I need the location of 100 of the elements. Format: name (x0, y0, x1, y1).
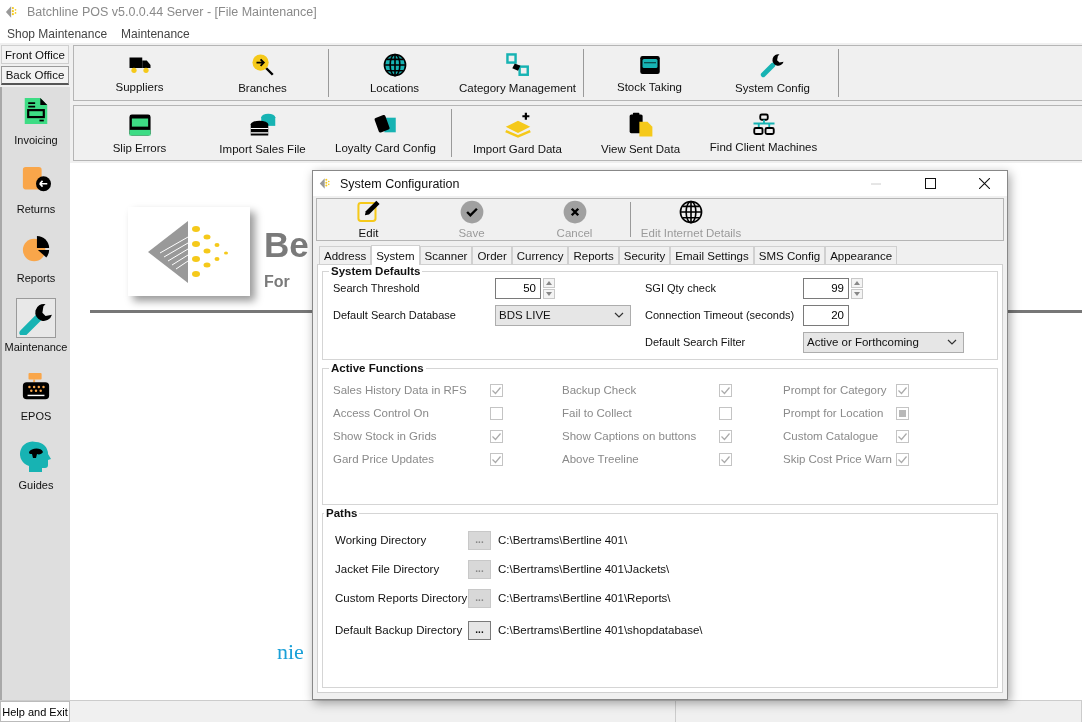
clipboard-icon (627, 111, 654, 139)
inbox-icon (126, 112, 153, 138)
brand-name: Be (264, 225, 309, 265)
path-label: Custom Reports Directory (335, 592, 468, 604)
caret-up-icon (854, 280, 860, 285)
spin-down-button[interactable] (543, 288, 555, 299)
sidebar-label: Maintenance (4, 341, 68, 353)
database-icon (248, 111, 277, 139)
toolbar-button[interactable]: Find Client Machines (702, 106, 825, 160)
cash-register-icon (20, 372, 52, 402)
checkbox-label: Sales History Data in RFS (333, 384, 468, 396)
check-icon (720, 430, 731, 442)
check-icon (720, 384, 731, 396)
path-label: Default Backup Directory (335, 624, 464, 636)
toolbar-button[interactable]: Import Gard Data (456, 106, 579, 160)
check-icon (720, 453, 731, 465)
globe-icon (381, 52, 408, 78)
spin-down-button[interactable] (851, 288, 863, 299)
sidebar-label: Reports (16, 272, 56, 284)
toolbar-button[interactable]: Suppliers (78, 46, 201, 100)
group-title: Paths (325, 507, 359, 519)
exit-button[interactable]: Help and Exit (0, 701, 70, 722)
toolbar-button[interactable]: Loyalty Card Config (324, 106, 447, 160)
brand-tagline: For (264, 273, 291, 291)
tab[interactable]: Reports (568, 246, 619, 264)
window-title: Batchline POS v5.0.0.44 Server - [File Maintenance] (27, 5, 317, 19)
tab[interactable]: Address (319, 246, 372, 264)
tab[interactable]: SMS Config (753, 246, 826, 264)
layers-plus-icon (503, 111, 532, 139)
close-icon (978, 178, 990, 189)
check-icon (897, 384, 908, 396)
group-title: System Defaults (330, 265, 422, 277)
tab[interactable]: System (371, 245, 420, 265)
path-label: Working Directory (335, 534, 428, 546)
field-label: Connection Timeout (seconds) (645, 309, 796, 321)
tab[interactable]: Scanner (419, 246, 473, 264)
checkbox-label: Fail to Collect (562, 407, 633, 419)
toolbar-button[interactable]: Branches (201, 46, 324, 100)
app-logo-icon (5, 5, 19, 19)
group-title: Active Functions (330, 362, 425, 374)
checkbox-label: Above Treeline (562, 453, 640, 465)
toolbar-button[interactable]: Stock Taking (588, 46, 711, 100)
check-icon (897, 430, 908, 442)
spin-up-button[interactable] (543, 277, 555, 288)
field-label: SGI Qty check (645, 282, 717, 294)
search-icon (249, 52, 276, 78)
field-label: Default Search Filter (645, 336, 747, 348)
check-icon (491, 453, 502, 465)
checkbox-label: Backup Check (562, 384, 638, 396)
checkbox-label: Access Control On (333, 407, 430, 419)
checkbox-label: Custom Catalogue (783, 430, 880, 442)
tab[interactable]: Security (618, 246, 671, 264)
toolbar-button[interactable]: Edit (317, 199, 420, 240)
menu-item[interactable]: Maintenance (114, 26, 197, 41)
checkbox-label: Show Captions on buttons (562, 430, 698, 442)
chevron-down-icon (614, 311, 624, 319)
tab[interactable]: Order (472, 246, 512, 264)
toolbar-button[interactable]: Locations (333, 46, 456, 100)
chevron-down-icon (947, 338, 957, 346)
number-field[interactable]: 50 (495, 277, 541, 299)
checkbox-label: Prompt for Category (783, 384, 888, 396)
browse-button[interactable]: ... (468, 620, 491, 640)
checkbox-label: Gard Price Updates (333, 453, 435, 465)
toolbar-button[interactable]: System Config (711, 46, 834, 100)
tab[interactable]: Appearance (825, 246, 898, 264)
path-value: C:\Bertrams\Bertline 401\shopdatabase\ (498, 624, 703, 636)
tab[interactable]: Currency (511, 246, 569, 264)
app-logo-icon (319, 177, 332, 190)
checkbox-label: Skip Cost Price Warn (783, 453, 893, 465)
footer-logo-text: nie (277, 639, 304, 665)
toolbar-button[interactable]: Import Sales File (201, 106, 324, 160)
sidebar-button[interactable] (16, 298, 56, 338)
office-tab[interactable]: Front Office (1, 45, 69, 64)
number-field[interactable]: 99 (803, 277, 849, 299)
head-icon (20, 440, 52, 472)
globe-icon (678, 199, 704, 226)
close-icon (561, 199, 588, 226)
check-icon (491, 430, 502, 442)
dropdown[interactable]: Active or Forthcoming (803, 331, 964, 353)
check-icon (458, 199, 485, 226)
field-label: Default Search Database (333, 309, 457, 321)
caret-down-icon (546, 291, 552, 296)
toolbar-button[interactable]: Slip Errors (78, 106, 201, 160)
caret-down-icon (854, 291, 860, 296)
path-value: C:\Bertrams\Bertline 401\Jackets\ (498, 563, 670, 575)
tab[interactable]: Email Settings (670, 246, 754, 264)
check-icon (491, 384, 502, 396)
field-label: Search Threshold (333, 282, 421, 294)
path-label: Jacket File Directory (335, 563, 441, 575)
wrench-icon (19, 301, 53, 335)
sidebar-label: Invoicing (14, 134, 58, 146)
number-field[interactable]: 20 (803, 304, 849, 326)
dialog-title: System Configuration (340, 176, 461, 191)
toolbar-button[interactable]: View Sent Data (579, 106, 702, 160)
office-tab[interactable]: Back Office (1, 66, 69, 85)
spin-up-button[interactable] (851, 277, 863, 288)
menu-item[interactable]: Shop Maintenance (0, 26, 115, 41)
checkbox-label: Show Stock in Grids (333, 430, 438, 442)
toolbar-button[interactable]: Category Management (456, 46, 579, 100)
dropdown[interactable]: BDS LIVE (495, 304, 631, 326)
